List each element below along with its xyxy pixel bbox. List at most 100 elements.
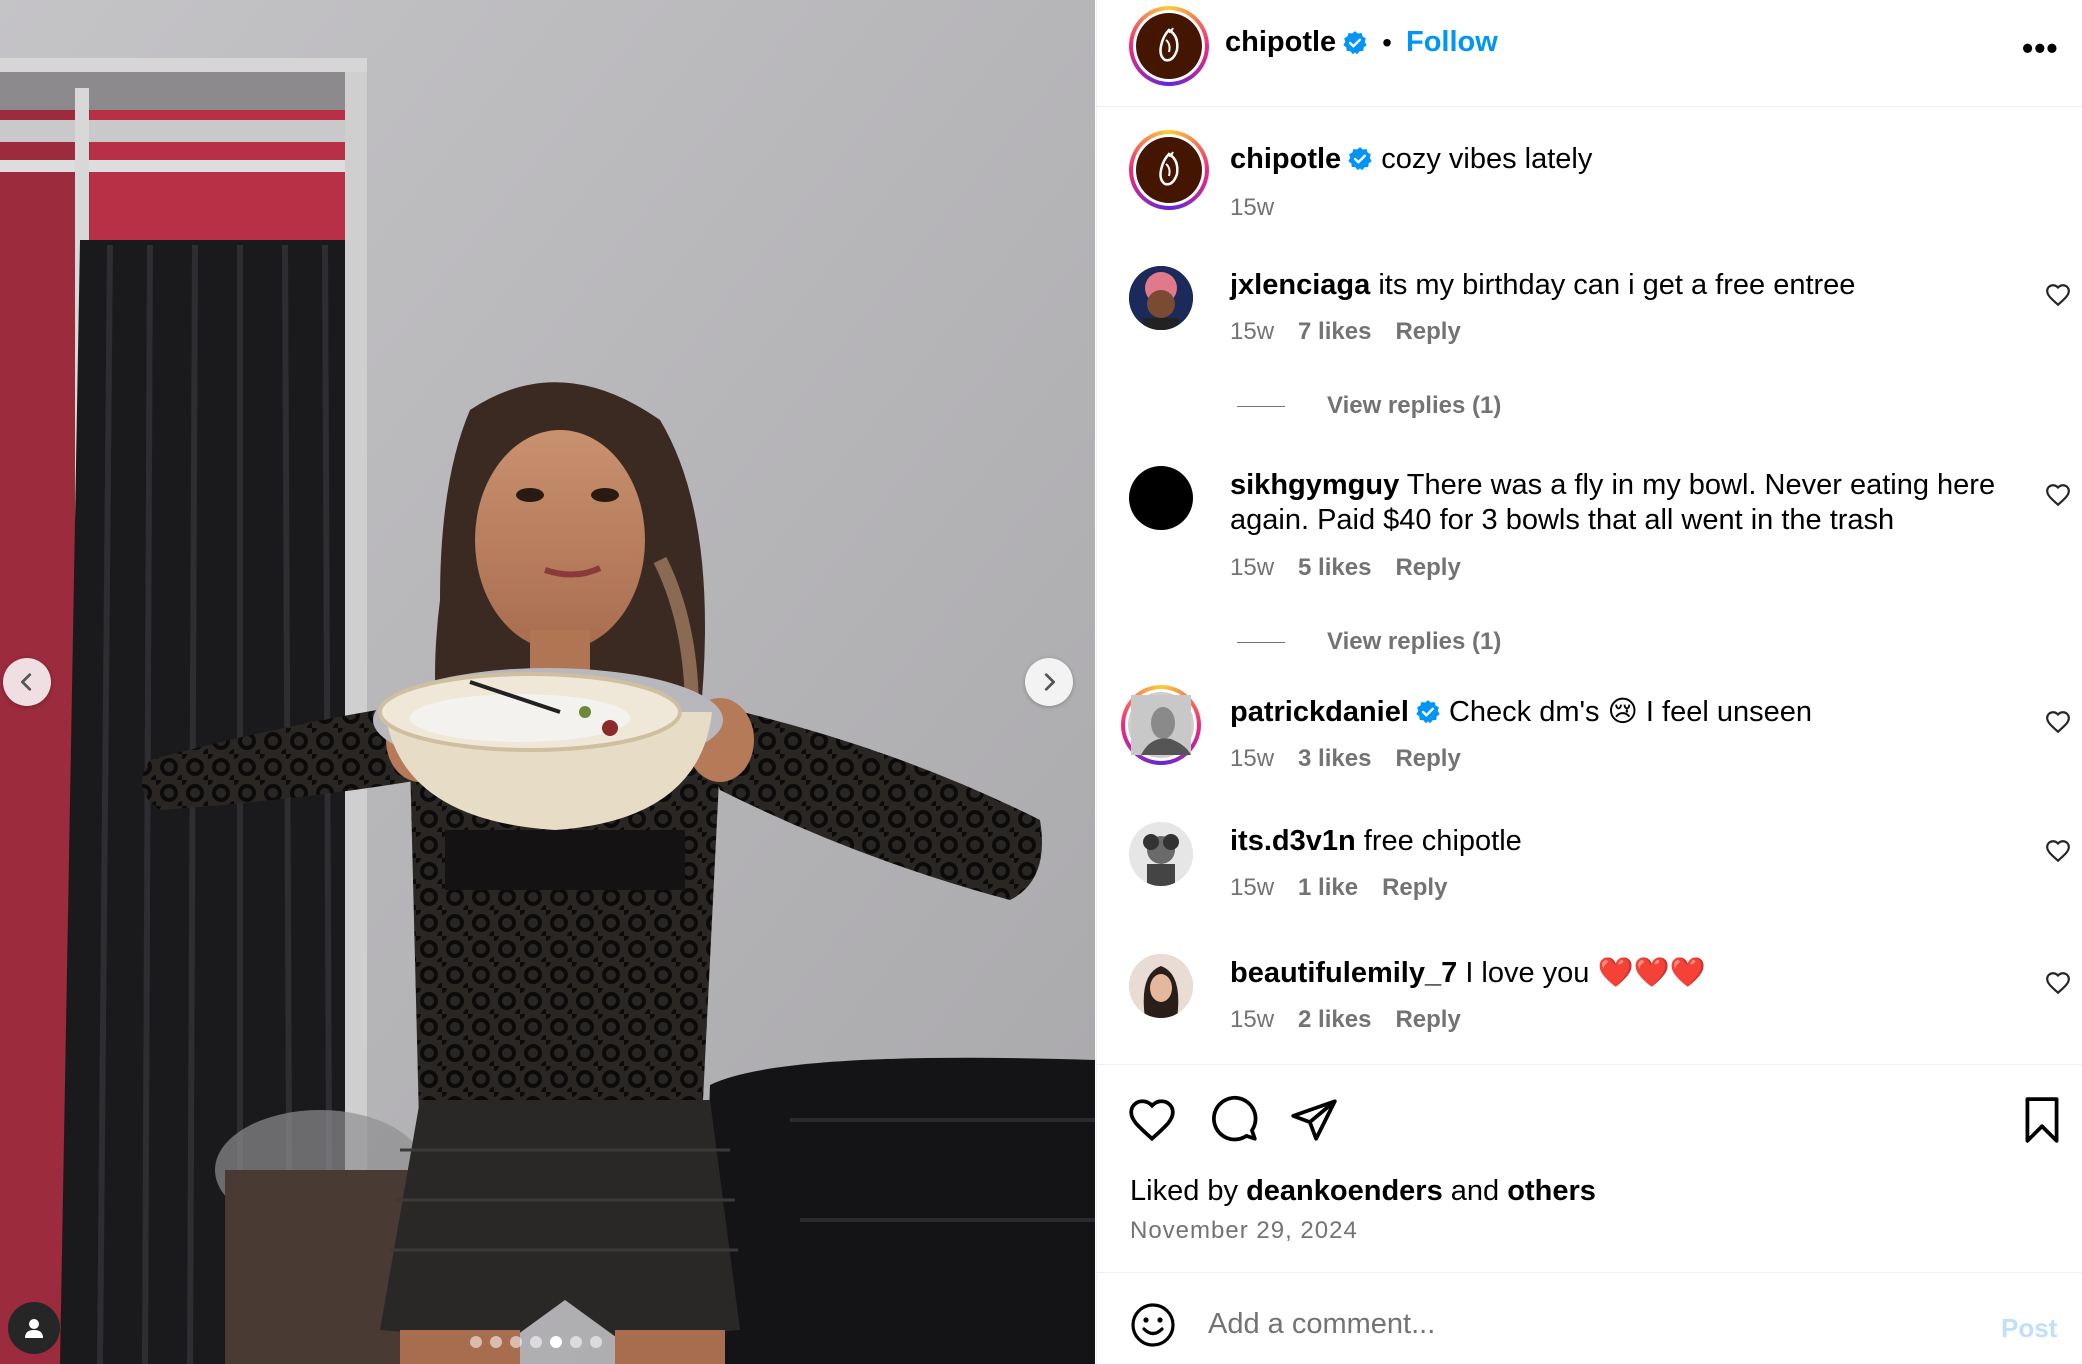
verified-badge-icon — [1348, 147, 1372, 171]
person-icon — [25, 1319, 43, 1338]
author-username[interactable]: chipotle — [1225, 26, 1336, 59]
comment-username[interactable]: jxlenciaga — [1230, 269, 1370, 301]
comment-likes[interactable]: 7 likes — [1298, 318, 1371, 346]
comment-time: 15w — [1230, 318, 1275, 345]
likes-summary: Liked by deankoenders and others — [1130, 1175, 1596, 1208]
reply-button[interactable]: Reply — [1382, 874, 1447, 902]
comment-likes[interactable]: 3 likes — [1298, 745, 1371, 773]
like-comment-button[interactable] — [2045, 282, 2071, 308]
view-replies-button[interactable]: View replies (1) — [1237, 628, 1501, 656]
comments-list[interactable]: chipotle cozy vibes lately 15w jxlenciag… — [1097, 108, 2082, 1064]
comment-avatar[interactable] — [1121, 685, 1201, 765]
chipotle-logo-icon — [1159, 27, 1179, 62]
heart-icon — [2046, 711, 2070, 734]
like-comment-button[interactable] — [2045, 838, 2071, 864]
comment-time: 15w — [1230, 554, 1275, 581]
carousel-dot — [590, 1336, 602, 1348]
reply-button[interactable]: Reply — [1395, 1006, 1460, 1034]
share-button[interactable] — [1289, 1095, 1339, 1145]
carousel-indicator — [470, 1336, 602, 1348]
chevron-right-icon — [1044, 673, 1055, 691]
post-date: November 29, 2024 — [1130, 1217, 1358, 1244]
heart-icon — [2046, 972, 2070, 995]
carousel-dot-active — [550, 1336, 562, 1348]
carousel-dot — [470, 1336, 482, 1348]
next-image-button[interactable] — [1025, 658, 1073, 706]
like-comment-button[interactable] — [2045, 709, 2071, 735]
caption-avatar[interactable] — [1129, 130, 1209, 210]
liked-and-label: and — [1450, 1175, 1500, 1207]
comment-time: 15w — [1230, 745, 1275, 772]
liked-by-user[interactable]: deankoenders — [1246, 1175, 1443, 1207]
user-avatar-photo — [1129, 266, 1193, 330]
comment-likes[interactable]: 2 likes — [1298, 1006, 1371, 1034]
paper-plane-icon — [1291, 1099, 1337, 1141]
heart-icon — [2046, 284, 2070, 307]
comment-username[interactable]: its.d3v1n — [1230, 825, 1356, 857]
like-comment-button[interactable] — [2045, 970, 2071, 996]
carousel-dot — [530, 1336, 542, 1348]
view-replies-label: View replies (1) — [1327, 628, 1502, 655]
emoji-button[interactable] — [1129, 1301, 1177, 1349]
comment-text: free chipotle — [1363, 825, 1522, 857]
reply-button[interactable]: Reply — [1395, 554, 1460, 582]
liked-others-link[interactable]: others — [1507, 1175, 1596, 1207]
verified-badge-icon — [1416, 700, 1440, 724]
comment-time: 15w — [1230, 1006, 1275, 1033]
tagged-people-button[interactable] — [8, 1302, 60, 1354]
post-detail-panel: chipotle • Follow ••• chipotle cozy vibe… — [1096, 0, 2082, 1364]
comment-avatar[interactable] — [1129, 954, 1193, 1018]
speech-bubble-icon — [1212, 1095, 1258, 1142]
comment-username[interactable]: beautifulemily_7 — [1230, 957, 1457, 989]
carousel-dot — [490, 1336, 502, 1348]
comment-avatar[interactable] — [1129, 266, 1193, 330]
comment-username[interactable]: sikhgymguy — [1230, 469, 1399, 501]
header-separator: • — [1382, 26, 1392, 58]
more-options-icon[interactable]: ••• — [2022, 30, 2059, 67]
post-comment-button[interactable]: Post — [2001, 1313, 2057, 1344]
comment-username[interactable]: patrickdaniel — [1230, 696, 1409, 728]
user-avatar-photo — [1129, 954, 1193, 1018]
heart-icon — [2046, 484, 2070, 507]
chevron-left-icon — [21, 673, 32, 691]
comment-likes[interactable]: 5 likes — [1298, 554, 1371, 582]
heart-icon — [1129, 1099, 1175, 1142]
smiley-icon — [1131, 1303, 1175, 1347]
reply-button[interactable]: Reply — [1395, 745, 1460, 773]
like-comment-button[interactable] — [2045, 482, 2071, 508]
caption-text: cozy vibes lately — [1381, 143, 1593, 175]
comment-time: 15w — [1230, 874, 1275, 901]
reply-button[interactable]: Reply — [1395, 318, 1460, 346]
bookmark-icon — [2025, 1097, 2059, 1143]
comment-button[interactable] — [1209, 1095, 1259, 1145]
caption-time: 15w — [1230, 194, 1275, 221]
chipotle-logo-icon — [1159, 151, 1179, 186]
carousel-dot — [510, 1336, 522, 1348]
previous-image-button[interactable] — [3, 658, 51, 706]
heart-icon — [2046, 840, 2070, 863]
user-avatar-photo — [1129, 822, 1193, 886]
liked-by-label: Liked by — [1130, 1175, 1239, 1207]
view-replies-button[interactable]: View replies (1) — [1237, 392, 1501, 420]
carousel-dot — [570, 1336, 582, 1348]
caption-username[interactable]: chipotle — [1230, 143, 1341, 175]
post-header: chipotle • Follow ••• — [1097, 0, 2082, 107]
comment-input[interactable] — [1208, 1299, 1968, 1349]
verified-badge-icon — [1343, 30, 1367, 54]
follow-button[interactable]: Follow — [1406, 26, 1498, 59]
comment-text: Check dm's 😢 I feel unseen — [1448, 696, 1812, 728]
view-replies-label: View replies (1) — [1327, 392, 1502, 419]
author-avatar[interactable] — [1129, 6, 1209, 86]
comment-likes[interactable]: 1 like — [1298, 874, 1358, 902]
like-button[interactable] — [1127, 1095, 1177, 1145]
comment-avatar[interactable] — [1129, 822, 1193, 886]
comment-composer: Post — [1097, 1272, 2082, 1364]
comment-avatar[interactable] — [1129, 466, 1193, 530]
save-button[interactable] — [2017, 1095, 2067, 1145]
comment-text: I love you ❤️❤️❤️ — [1465, 957, 1706, 989]
view-replies-line — [1237, 405, 1285, 407]
user-avatar-photo — [1131, 695, 1191, 755]
post-actions: Liked by deankoenders and others Novembe… — [1097, 1064, 2082, 1274]
comment-text: its my birthday can i get a free entree — [1378, 269, 1856, 301]
post-image[interactable] — [0, 0, 1095, 1364]
